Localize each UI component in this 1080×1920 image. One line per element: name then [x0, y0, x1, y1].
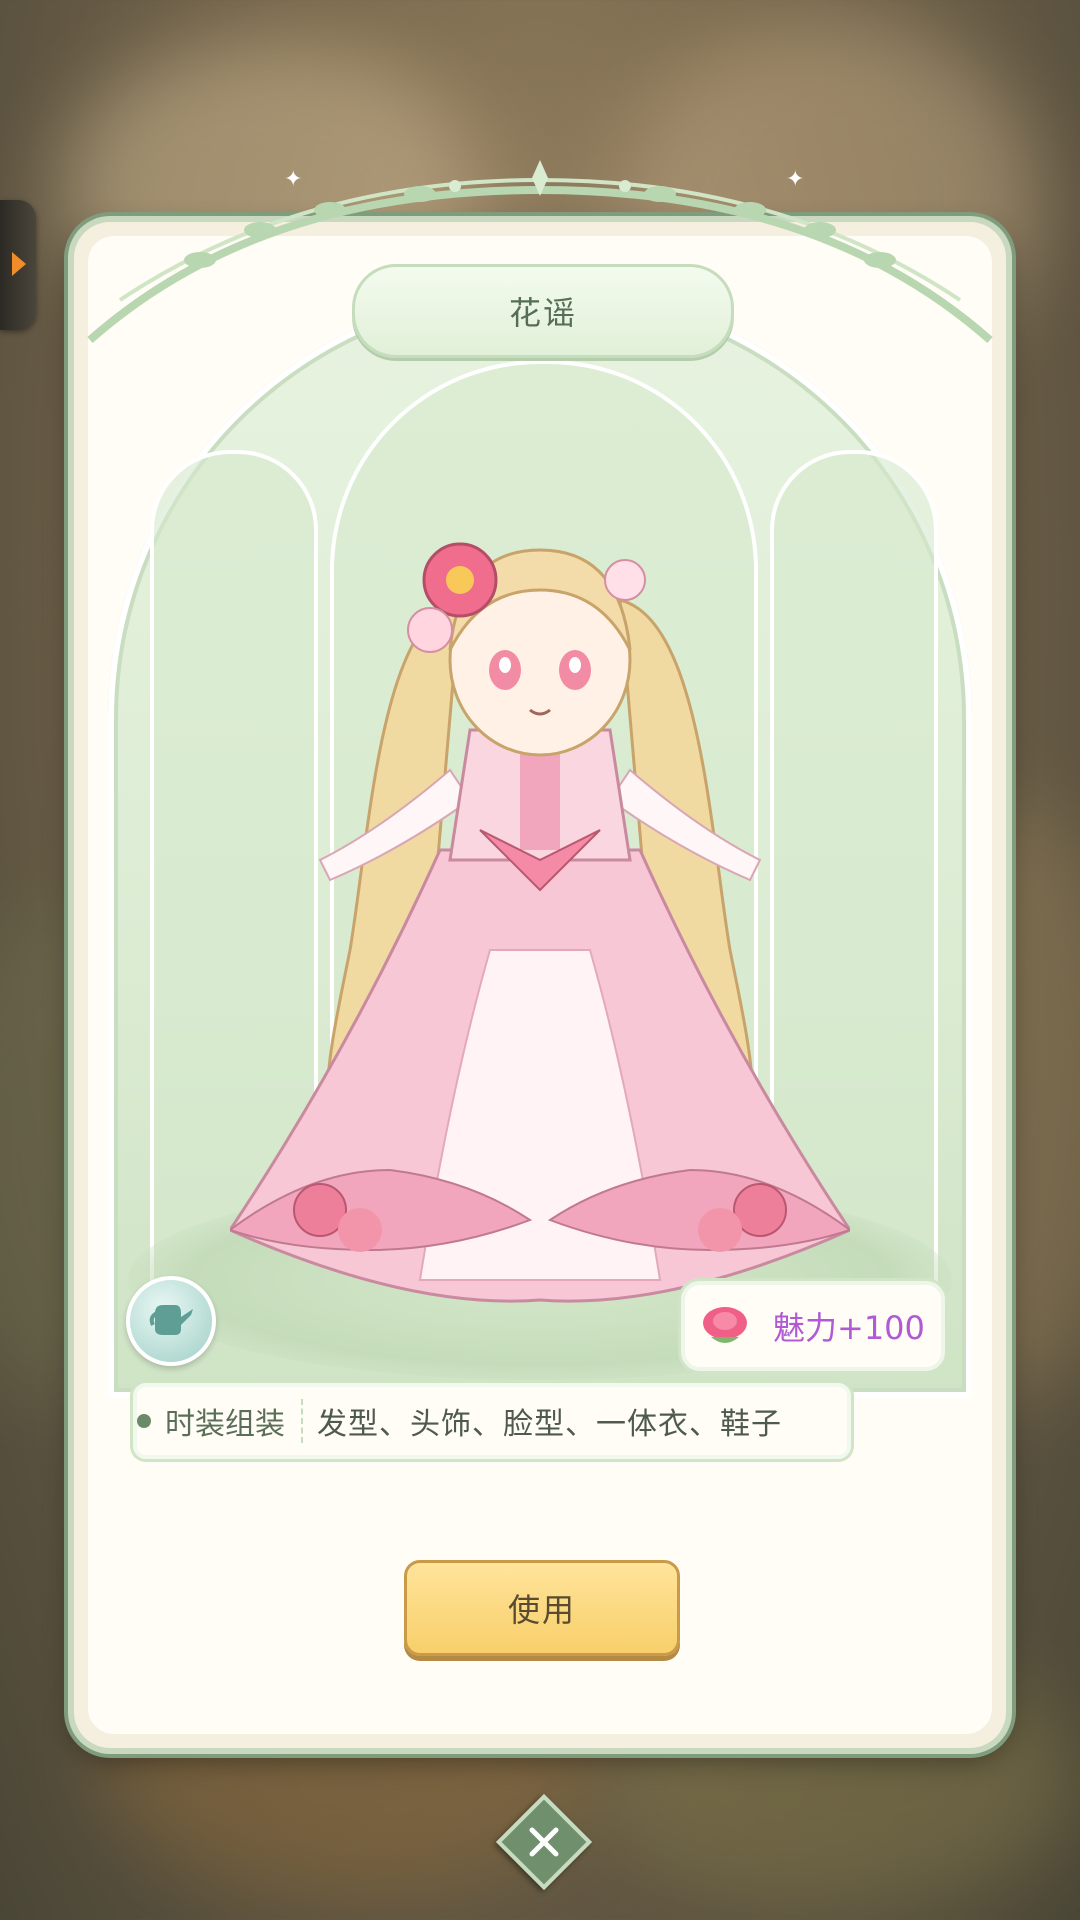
- bullet-icon: [137, 1414, 151, 1428]
- watering-can-button[interactable]: [126, 1276, 216, 1366]
- svg-text:✦: ✦: [786, 167, 804, 192]
- rose-icon: [703, 1307, 747, 1343]
- charm-bonus-badge: 魅力+100: [678, 1278, 948, 1374]
- watering-can-icon: [149, 1305, 193, 1335]
- character-in-dress: [230, 542, 850, 1303]
- use-button[interactable]: 使用: [404, 1560, 680, 1656]
- outfit-title: 花谣: [508, 294, 577, 332]
- charm-bonus-text: 魅力+100: [773, 1309, 925, 1347]
- outfit-title-plate: 花谣: [352, 264, 734, 358]
- side-drawer-tab[interactable]: [0, 200, 36, 330]
- close-icon[interactable]: [516, 1814, 572, 1870]
- chevron-right-icon: [12, 252, 26, 276]
- set-label: 时装组装: [165, 1399, 303, 1443]
- svg-text:✦: ✦: [284, 167, 302, 192]
- set-parts: 发型、头饰、脸型、一体衣、鞋子: [317, 1407, 782, 1442]
- outfit-set-info: 时装组装 发型、头饰、脸型、一体衣、鞋子: [130, 1380, 854, 1462]
- use-button-label: 使用: [507, 1591, 576, 1629]
